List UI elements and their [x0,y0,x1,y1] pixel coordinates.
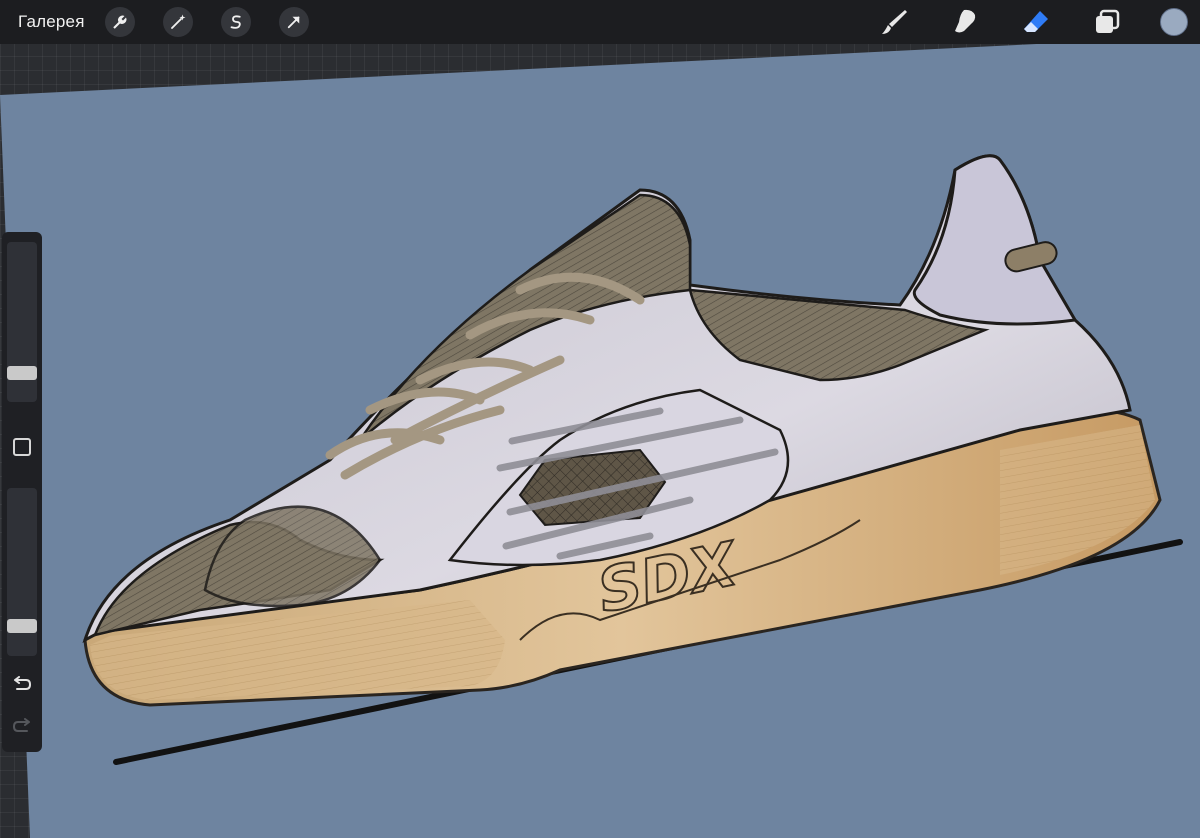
magic-wand-icon [170,14,186,29]
gallery-button[interactable]: Галерея [18,12,85,32]
transform-button[interactable] [278,7,309,37]
brush-button[interactable] [876,4,912,40]
wrench-icon [112,15,127,29]
undo-button[interactable] [12,674,32,694]
opacity-slider[interactable] [7,488,37,656]
brush-size-thumb[interactable] [7,366,37,381]
adjustments-button[interactable] [162,7,193,37]
layers-icon [1096,9,1120,33]
redo-button[interactable] [12,716,32,736]
opacity-thumb[interactable] [7,618,37,633]
undo-icon [14,676,32,690]
smudge-button[interactable] [947,4,983,40]
eraser-button[interactable] [1018,4,1054,40]
top-toolbar: Галерея [0,0,1200,44]
redo-icon [12,718,30,732]
color-picker-swatch[interactable] [1160,8,1188,36]
actions-wrench-button[interactable] [104,7,135,37]
tool-group [876,0,1200,44]
selection-button[interactable] [220,7,251,37]
brush-icon [882,10,907,34]
selection-icon [230,15,241,29]
drawing-canvas[interactable]: SDX [0,0,1200,838]
smudge-icon [955,9,976,33]
eraser-icon [1024,11,1048,32]
modify-square-button[interactable] [13,438,31,456]
layers-button[interactable] [1089,4,1125,40]
left-sidebar [2,232,42,752]
transform-arrow-icon [287,16,300,29]
brush-size-slider[interactable] [7,242,37,402]
